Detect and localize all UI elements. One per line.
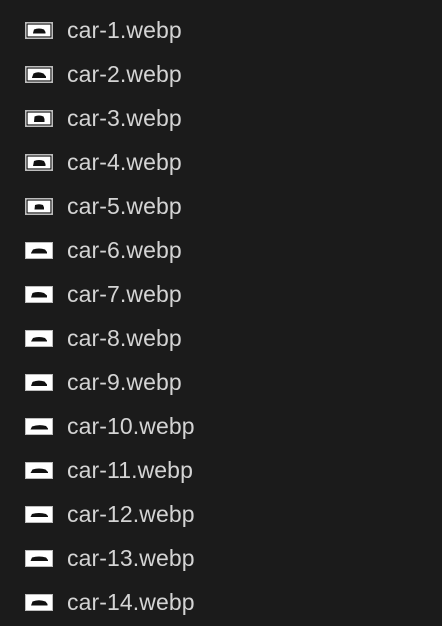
file-item[interactable]: car-11.webp bbox=[0, 448, 442, 492]
file-item[interactable]: car-9.webp bbox=[0, 360, 442, 404]
file-item[interactable]: car-7.webp bbox=[0, 272, 442, 316]
image-thumbnail-icon bbox=[25, 241, 53, 259]
file-name: car-7.webp bbox=[67, 280, 182, 307]
image-thumbnail-icon bbox=[25, 21, 53, 39]
file-name: car-12.webp bbox=[67, 500, 195, 527]
file-name: car-14.webp bbox=[67, 588, 195, 615]
file-item[interactable]: car-5.webp bbox=[0, 184, 442, 228]
file-name: car-1.webp bbox=[67, 16, 182, 43]
file-item[interactable]: car-3.webp bbox=[0, 96, 442, 140]
file-item[interactable]: car-8.webp bbox=[0, 316, 442, 360]
file-item[interactable]: car-13.webp bbox=[0, 536, 442, 580]
file-list: car-1.webp car-2.webp car-3.webp car-4.w… bbox=[0, 8, 442, 624]
file-name: car-8.webp bbox=[67, 324, 182, 351]
image-thumbnail-icon bbox=[25, 461, 53, 479]
file-name: car-11.webp bbox=[67, 456, 193, 483]
file-name: car-6.webp bbox=[67, 236, 182, 263]
file-item[interactable]: car-4.webp bbox=[0, 140, 442, 184]
image-thumbnail-icon bbox=[25, 549, 53, 567]
image-thumbnail-icon bbox=[25, 65, 53, 83]
image-thumbnail-icon bbox=[25, 505, 53, 523]
file-name: car-5.webp bbox=[67, 192, 182, 219]
file-item[interactable]: car-12.webp bbox=[0, 492, 442, 536]
file-name: car-10.webp bbox=[67, 412, 195, 439]
file-item[interactable]: car-1.webp bbox=[0, 8, 442, 52]
file-name: car-4.webp bbox=[67, 148, 182, 175]
image-thumbnail-icon bbox=[25, 593, 53, 611]
image-thumbnail-icon bbox=[25, 329, 53, 347]
image-thumbnail-icon bbox=[25, 417, 53, 435]
image-thumbnail-icon bbox=[25, 109, 53, 127]
file-name: car-13.webp bbox=[67, 544, 195, 571]
file-item[interactable]: car-14.webp bbox=[0, 580, 442, 624]
file-name: car-3.webp bbox=[67, 104, 182, 131]
image-thumbnail-icon bbox=[25, 197, 53, 215]
file-item[interactable]: car-10.webp bbox=[0, 404, 442, 448]
image-thumbnail-icon bbox=[25, 373, 53, 391]
image-thumbnail-icon bbox=[25, 153, 53, 171]
file-name: car-9.webp bbox=[67, 368, 182, 395]
file-name: car-2.webp bbox=[67, 60, 182, 87]
file-item[interactable]: car-2.webp bbox=[0, 52, 442, 96]
image-thumbnail-icon bbox=[25, 285, 53, 303]
file-item[interactable]: car-6.webp bbox=[0, 228, 442, 272]
